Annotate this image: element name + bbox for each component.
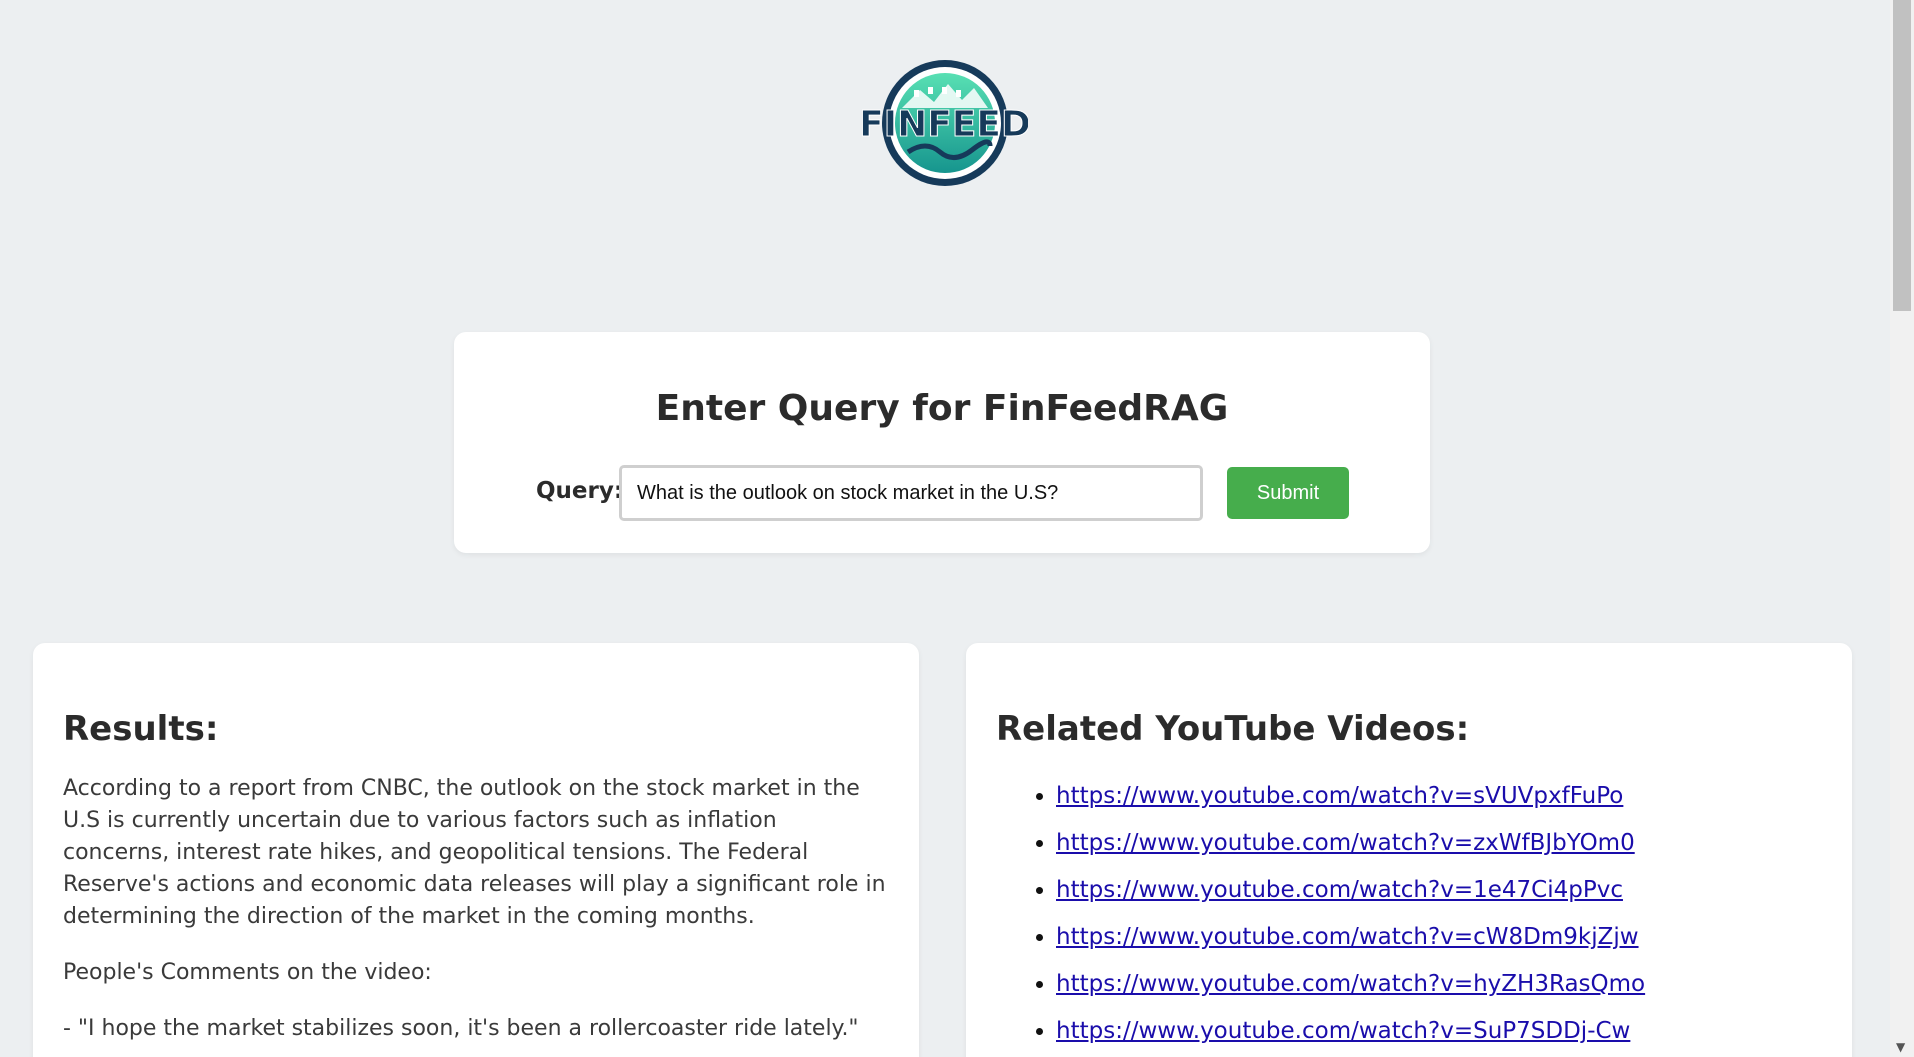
video-link[interactable]: https://www.youtube.com/watch?v=SuP7SDDj…	[1056, 1018, 1630, 1044]
video-list-item: https://www.youtube.com/watch?v=1e47Ci4p…	[1056, 867, 1822, 914]
query-input[interactable]	[619, 465, 1203, 521]
comment-item: - "I hope the market stabilizes soon, it…	[63, 1016, 859, 1042]
video-link[interactable]: https://www.youtube.com/watch?v=1e47Ci4p…	[1056, 877, 1623, 903]
results-summary: According to a report from CNBC, the out…	[63, 776, 886, 930]
results-body: According to a report from CNBC, the out…	[63, 773, 889, 1045]
video-list-item: https://www.youtube.com/watch?v=sVUVpxfF…	[1056, 773, 1822, 820]
logo-text-fin: FIN	[862, 104, 927, 145]
results-heading: Results:	[63, 709, 219, 749]
video-link[interactable]: https://www.youtube.com/watch?v=cW8Dm9kj…	[1056, 924, 1639, 950]
scrollbar-thumb[interactable]	[1893, 0, 1911, 311]
video-list-item: https://www.youtube.com/watch?v=hyZH3Ras…	[1056, 961, 1822, 1008]
logo-text-feed: FEED	[927, 104, 1028, 145]
videos-panel: Related YouTube Videos: https://www.yout…	[966, 643, 1852, 1057]
video-link[interactable]: https://www.youtube.com/watch?v=sVUVpxfF…	[1056, 783, 1623, 809]
video-link[interactable]: https://www.youtube.com/watch?v=zxWfBJbY…	[1056, 830, 1635, 856]
video-list: https://www.youtube.com/watch?v=sVUVpxfF…	[996, 773, 1822, 1055]
svg-text:FINFEED: FINFEED	[862, 104, 1028, 145]
comments-heading: People's Comments on the video:	[63, 960, 432, 986]
query-title: Enter Query for FinFeedRAG	[655, 388, 1229, 429]
submit-button[interactable]: Submit	[1227, 467, 1349, 519]
page: FINFEED Enter Query for FinFeedRAG Query…	[0, 0, 1914, 1057]
query-card: Enter Query for FinFeedRAG Query: Submit	[454, 332, 1430, 553]
results-panel: Results: According to a report from CNBC…	[33, 643, 919, 1057]
scroll-down-arrow-icon[interactable]: ▼	[1896, 1041, 1905, 1053]
videos-heading: Related YouTube Videos:	[996, 709, 1470, 749]
video-list-item: https://www.youtube.com/watch?v=zxWfBJbY…	[1056, 820, 1822, 867]
finfeed-logo[interactable]: FINFEED	[859, 56, 1031, 190]
video-link[interactable]: https://www.youtube.com/watch?v=hyZH3Ras…	[1056, 971, 1645, 997]
finfeed-logo-icon: FINFEED	[859, 60, 1031, 186]
query-label: Query:	[536, 478, 624, 504]
video-list-item: https://www.youtube.com/watch?v=SuP7SDDj…	[1056, 1008, 1822, 1055]
vertical-scrollbar[interactable]: ▼	[1890, 0, 1914, 1057]
video-list-item: https://www.youtube.com/watch?v=cW8Dm9kj…	[1056, 914, 1822, 961]
